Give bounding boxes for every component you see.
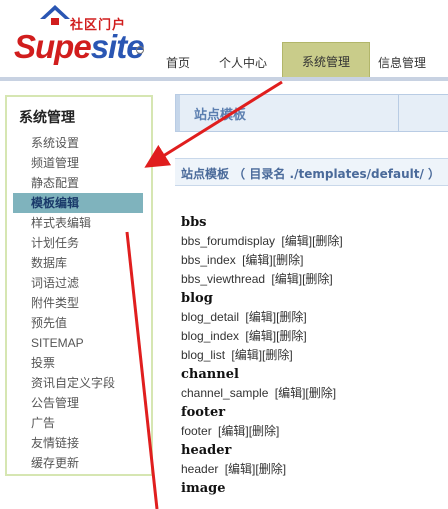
template-file-row: bbs_viewthread [编辑][删除] xyxy=(181,270,443,289)
edit-link[interactable]: [编辑] xyxy=(231,348,262,362)
nav-personal-center[interactable]: 个人中心 xyxy=(219,54,267,71)
sidebar: 系统管理 系统设置 频道管理 静态配置 模板编辑 样式表编辑 计划任务 数据库 词语过滤 附件类… xyxy=(5,95,153,476)
delete-link[interactable]: [删除] xyxy=(276,329,307,343)
template-list: bbs bbs_forumdisplay [编辑][删除] bbs_index [编… xyxy=(181,213,443,498)
top-nav: 首页 个人中心 系统管理 信息管理 xyxy=(0,42,448,80)
panel-header: 站点模板 xyxy=(175,94,448,132)
template-subheader: 站点模板 （ 目录名 ./templates/default/ ） xyxy=(175,158,448,186)
template-file-row: bbs_index [编辑][删除] xyxy=(181,251,443,270)
sidebar-item[interactable]: 附件类型 xyxy=(13,293,143,313)
template-file-name: bbs_index xyxy=(181,253,236,267)
template-file-name: header xyxy=(181,462,219,476)
template-directory-label: 站点模板 （ 目录名 ./templates/default/ ） xyxy=(181,167,441,181)
sidebar-menu: 系统设置 频道管理 静态配置 模板编辑 样式表编辑 计划任务 数据库 词语过滤 附件类型 预先值 S… xyxy=(13,133,143,473)
template-group-heading: bbs xyxy=(181,215,207,230)
sidebar-item[interactable]: 计划任务 xyxy=(13,233,143,253)
sidebar-item[interactable]: 词语过滤 xyxy=(13,273,143,293)
template-file-row: header [编辑][删除] xyxy=(181,460,443,479)
sidebar-item[interactable]: SITEMAP xyxy=(13,333,143,353)
template-group-heading: header xyxy=(181,443,232,458)
panel-header-accent xyxy=(176,95,180,131)
sidebar-item[interactable]: 样式表编辑 xyxy=(13,213,143,233)
delete-link[interactable]: [删除] xyxy=(276,310,307,324)
sidebar-item[interactable]: 公告管理 xyxy=(13,393,143,413)
sidebar-item[interactable]: 友情链接 xyxy=(13,433,143,453)
edit-link[interactable]: [编辑] xyxy=(245,310,276,324)
template-file-row: channel_sample [编辑][删除] xyxy=(181,384,443,403)
sidebar-item[interactable]: 频道管理 xyxy=(13,153,143,173)
template-file-name: blog_index xyxy=(181,329,240,343)
template-file-name: blog_list xyxy=(181,348,226,362)
sidebar-item[interactable]: 预先值 xyxy=(13,313,143,333)
edit-link[interactable]: [编辑] xyxy=(271,272,302,286)
edit-link[interactable]: [编辑] xyxy=(242,253,273,267)
edit-link[interactable]: [编辑] xyxy=(245,329,276,343)
sidebar-item[interactable]: 投票 xyxy=(13,353,143,373)
template-file-name: bbs_viewthread xyxy=(181,272,266,286)
nav-system-management[interactable]: 系统管理 xyxy=(282,42,370,80)
edit-link[interactable]: [编辑] xyxy=(281,234,312,248)
edit-link[interactable]: [编辑] xyxy=(218,424,249,438)
nav-info-management[interactable]: 信息管理 xyxy=(378,54,426,71)
sidebar-item[interactable]: 数据库 xyxy=(13,253,143,273)
template-file-row: bbs_forumdisplay [编辑][删除] xyxy=(181,232,443,251)
delete-link[interactable]: [删除] xyxy=(249,424,280,438)
delete-link[interactable]: [删除] xyxy=(262,348,293,362)
delete-link[interactable]: [删除] xyxy=(273,253,304,267)
house-roof-icon xyxy=(40,5,70,25)
template-file-name: footer xyxy=(181,424,212,438)
template-group-heading: footer xyxy=(181,405,226,420)
template-file-name: channel_sample xyxy=(181,386,269,400)
edit-link[interactable]: [编辑] xyxy=(225,462,256,476)
sidebar-item[interactable]: 系统设置 xyxy=(13,133,143,153)
sidebar-item[interactable]: 静态配置 xyxy=(13,173,143,193)
sidebar-item[interactable]: 缓存更新 xyxy=(13,453,143,473)
edit-link[interactable]: [编辑] xyxy=(275,386,306,400)
sidebar-title: 系统管理 xyxy=(19,110,75,126)
sidebar-item[interactable]: 资讯自定义字段 xyxy=(13,373,143,393)
template-group-heading: image xyxy=(181,481,226,496)
delete-link[interactable]: [删除] xyxy=(305,386,336,400)
template-file-row: blog_list [编辑][删除] xyxy=(181,346,443,365)
template-file-row: blog_detail [编辑][删除] xyxy=(181,308,443,327)
delete-link[interactable]: [删除] xyxy=(255,462,286,476)
template-file-name: blog_detail xyxy=(181,310,240,324)
sidebar-item[interactable]: 广告 xyxy=(13,413,143,433)
template-group-heading: channel xyxy=(181,367,239,382)
sidebar-item[interactable]: 模板编辑 xyxy=(13,193,143,213)
panel-header-divider xyxy=(398,95,399,131)
nav-home[interactable]: 首页 xyxy=(166,54,190,71)
delete-link[interactable]: [删除] xyxy=(312,234,343,248)
template-group-heading: blog xyxy=(181,291,213,306)
page-title: 站点模板 xyxy=(194,108,247,123)
template-file-row: footer [编辑][删除] xyxy=(181,422,443,441)
nav-divider xyxy=(0,77,448,81)
template-file-name: bbs_forumdisplay xyxy=(181,234,276,248)
delete-link[interactable]: [删除] xyxy=(302,272,333,286)
template-file-row: blog_index [编辑][删除] xyxy=(181,327,443,346)
